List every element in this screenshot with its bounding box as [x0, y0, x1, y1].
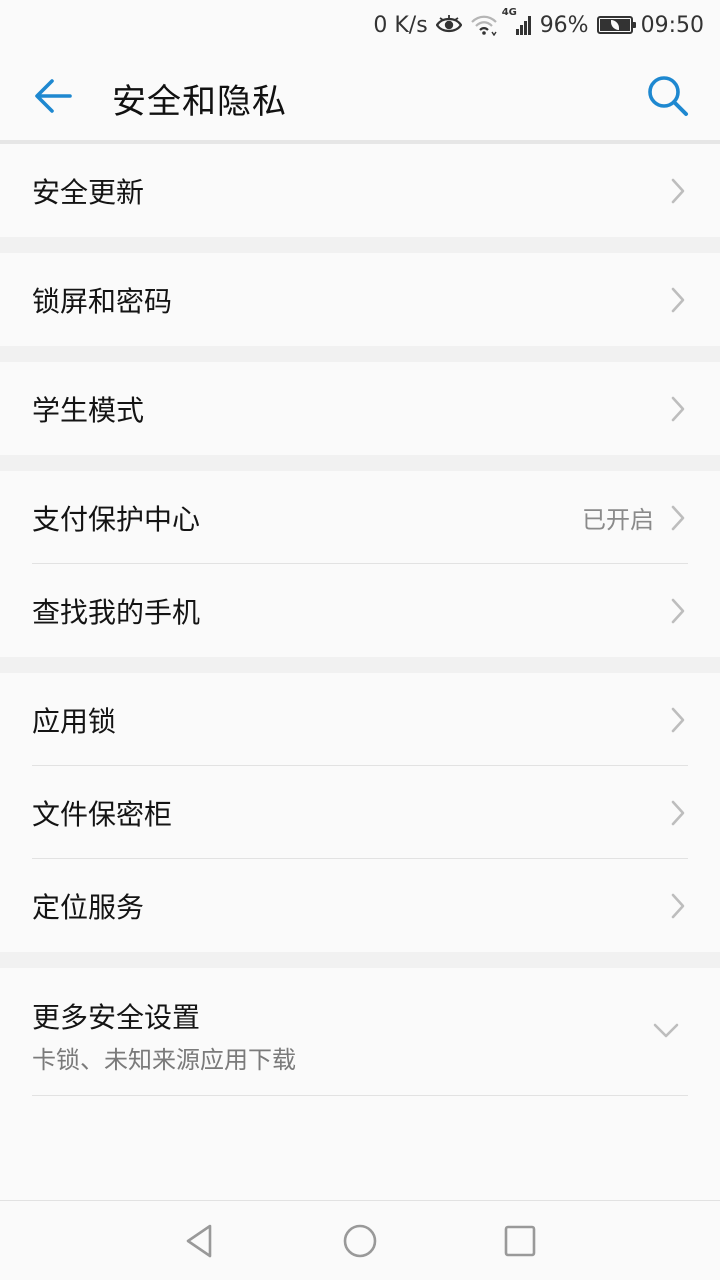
- group-more-security: 更多安全设置 卡锁、未知来源应用下载: [0, 968, 720, 1096]
- chevron-down-icon[interactable]: [652, 1022, 680, 1040]
- arrow-left-icon[interactable]: [28, 76, 80, 116]
- chevron-right-icon: [671, 396, 685, 421]
- battery-percent: 96%: [539, 12, 589, 38]
- group-payment-find: 支付保护中心 已开启 查找我的手机: [0, 471, 720, 657]
- status-bar: 0 K/s 4G 96% 09:50: [0, 0, 720, 50]
- clock: 09:50: [640, 12, 704, 38]
- chevron-right-icon: [671, 800, 685, 825]
- group-divider: [0, 657, 720, 673]
- page-title: 安全和隐私: [112, 82, 287, 122]
- list-item-security-update[interactable]: 安全更新: [0, 144, 720, 237]
- list-item-label: 定位服务: [32, 890, 145, 924]
- app-bar: 安全和隐私: [0, 50, 720, 142]
- list-item-more-security-settings[interactable]: 更多安全设置 卡锁、未知来源应用下载: [0, 968, 720, 1096]
- group-divider: [0, 237, 720, 253]
- triangle-back-icon[interactable]: [180, 1221, 220, 1261]
- group-student-mode: 学生模式: [0, 362, 720, 455]
- network-speed: 0 K/s: [373, 12, 428, 38]
- system-navigation-bar: [0, 1200, 720, 1280]
- group-security-update: 安全更新: [0, 144, 720, 237]
- list-item-app-lock[interactable]: 应用锁: [0, 673, 720, 766]
- battery-icon: [596, 16, 636, 34]
- circle-home-icon[interactable]: [340, 1221, 380, 1261]
- chevron-right-icon: [671, 287, 685, 312]
- status-value: 已开启: [582, 506, 654, 534]
- group-lock-screen: 锁屏和密码: [0, 253, 720, 346]
- list-item-label: 应用锁: [32, 704, 117, 738]
- list-item-file-safe[interactable]: 文件保密柜: [0, 766, 720, 859]
- list-item-find-my-phone[interactable]: 查找我的手机: [0, 564, 720, 657]
- list-item-label: 文件保密柜: [32, 797, 173, 831]
- network-type: 4G: [501, 7, 517, 18]
- list-item-label: 更多安全设置: [32, 1001, 201, 1034]
- wifi-icon: [470, 15, 497, 36]
- list-item-label: 支付保护中心: [32, 502, 201, 536]
- list-item-label: 查找我的手机: [32, 595, 201, 629]
- settings-list: 安全更新 锁屏和密码 学生模式 支付保护中心 已开启 查找我的手机 应用锁 文件…: [0, 144, 720, 1096]
- list-item-label: 学生模式: [32, 393, 145, 427]
- eye-icon: [435, 15, 462, 33]
- list-item-student-mode[interactable]: 学生模式: [0, 362, 720, 455]
- list-item-lock-screen[interactable]: 锁屏和密码: [0, 253, 720, 346]
- group-divider: [0, 346, 720, 362]
- list-item-label: 锁屏和密码: [32, 284, 173, 318]
- chevron-right-icon: [671, 893, 685, 918]
- cellular-signal-icon: 4G: [502, 7, 532, 37]
- search-icon[interactable]: [646, 74, 690, 118]
- chevron-right-icon: [671, 707, 685, 732]
- group-divider: [0, 952, 720, 968]
- chevron-right-icon: [671, 178, 685, 203]
- list-item-location-services[interactable]: 定位服务: [0, 859, 720, 952]
- group-app-privacy: 应用锁 文件保密柜 定位服务: [0, 673, 720, 952]
- chevron-right-icon: [671, 505, 685, 530]
- group-divider: [0, 455, 720, 471]
- list-item-label: 安全更新: [32, 175, 145, 209]
- list-item-subtitle: 卡锁、未知来源应用下载: [32, 1046, 296, 1074]
- chevron-right-icon: [671, 598, 685, 623]
- square-recents-icon[interactable]: [500, 1221, 540, 1261]
- list-item-payment-protection[interactable]: 支付保护中心 已开启: [0, 471, 720, 564]
